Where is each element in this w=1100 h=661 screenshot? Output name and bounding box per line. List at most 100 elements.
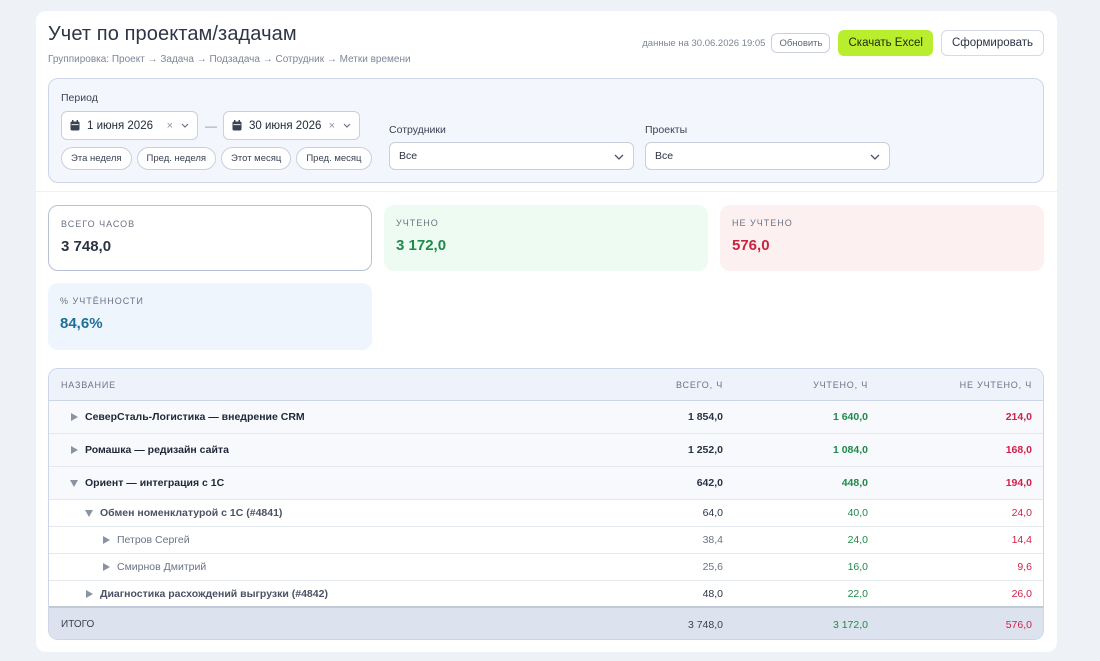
chip-this-month[interactable]: Этот месяц — [221, 147, 292, 170]
row-name: Ориент — интеграция с 1С — [85, 477, 225, 489]
col-not-counted-header[interactable]: НЕ УЧТЕНО, Ч — [868, 380, 1043, 390]
row-name: Петров Сергей — [117, 534, 190, 546]
quick-period-chips: Эта неделя Пред. неделя Этот месяц Пред.… — [61, 147, 372, 170]
period-label: Период — [61, 92, 98, 104]
stat-percent-value: 84,6% — [60, 315, 103, 332]
row-total: 1 854,0 — [687, 411, 723, 423]
row-not-counted: 194,0 — [1005, 477, 1032, 489]
employees-select[interactable]: Все — [389, 142, 634, 170]
expand-caret-icon[interactable] — [101, 536, 111, 544]
section-divider — [36, 191, 1057, 192]
clear-icon[interactable]: × — [329, 120, 335, 132]
employees-label: Сотрудники — [389, 124, 446, 136]
stat-counted: УЧТЕНО 3 172,0 — [384, 205, 708, 271]
row-not-counted: 214,0 — [1005, 411, 1032, 423]
row-total: 25,6 — [702, 561, 723, 573]
employees-value: Все — [399, 150, 418, 162]
date-from-value: 1 июня 2026 — [87, 119, 153, 132]
footer-label: ИТОГО — [61, 619, 95, 630]
projects-select[interactable]: Все — [645, 142, 890, 170]
table-row[interactable]: Петров Сергей 38,4 24,0 14,4 — [49, 527, 1043, 554]
stat-total-hours: ВСЕГО ЧАСОВ 3 748,0 — [48, 205, 372, 271]
stat-not-counted: НЕ УЧТЕНО 576,0 — [720, 205, 1044, 271]
chip-prev-month[interactable]: Пред. месяц — [296, 147, 372, 170]
data-timestamp: данные на 30.06.2026 19:05 — [642, 37, 766, 49]
table-row[interactable]: Ромашка — редизайн сайта 1 252,0 1 084,0… — [49, 434, 1043, 467]
row-name: Смирнов Дмитрий — [117, 561, 207, 573]
generate-report-button[interactable]: Сформировать — [940, 30, 1044, 56]
grouping-hint: Группировка: Проект → Задача → Подзадача… — [48, 54, 411, 65]
calendar-icon — [232, 120, 242, 131]
chip-this-week[interactable]: Эта неделя — [61, 147, 132, 170]
report-card: Учет по проектам/задачам Группировка: Пр… — [36, 11, 1057, 652]
projects-label: Проекты — [645, 124, 688, 136]
collapse-caret-icon[interactable] — [69, 479, 79, 487]
table-row[interactable]: Смирнов Дмитрий 25,6 16,0 9,6 — [49, 554, 1043, 581]
col-total-header[interactable]: ВСЕГО, Ч — [603, 380, 723, 390]
stat-not-counted-value: 576,0 — [732, 237, 770, 254]
filters-panel: Период 1 июня 2026 × — 30 июня 2026 × Эт… — [48, 78, 1044, 183]
stat-total-value: 3 748,0 — [61, 238, 112, 255]
stat-not-counted-label: НЕ УЧТЕНО — [732, 218, 793, 228]
stat-counted-label: УЧТЕНО — [396, 218, 439, 228]
expand-caret-icon[interactable] — [69, 446, 79, 454]
footer-total: 3 748,0 — [687, 618, 723, 631]
table-header: НАЗВАНИЕ ВСЕГО, Ч УЧТЕНО, Ч НЕ УЧТЕНО, Ч — [49, 369, 1043, 401]
col-name-header[interactable]: НАЗВАНИЕ — [49, 380, 603, 390]
row-counted: 1 084,0 — [832, 444, 868, 456]
expand-caret-icon[interactable] — [84, 589, 94, 598]
download-excel-button[interactable]: Скачать Excel — [838, 30, 933, 56]
chip-prev-week[interactable]: Пред. неделя — [136, 147, 217, 170]
expand-caret-icon[interactable] — [69, 413, 79, 421]
projects-value: Все — [655, 150, 674, 162]
row-counted: 1 640,0 — [832, 411, 868, 423]
chevron-down-icon — [870, 147, 880, 165]
chevron-down-icon — [614, 147, 624, 165]
row-name: Ромашка — редизайн сайта — [85, 444, 229, 456]
row-not-counted: 26,0 — [1011, 587, 1032, 600]
stat-total-label: ВСЕГО ЧАСОВ — [61, 219, 136, 229]
row-total: 64,0 — [702, 507, 723, 519]
table-row[interactable]: Обмен номенклатурой с 1С (#4841) 64,0 40… — [49, 500, 1043, 527]
stat-percent-label: % УЧТЁННОСТИ — [60, 296, 144, 306]
header-actions: данные на 30.06.2026 19:05 Обновить Скач… — [642, 30, 1044, 56]
stat-percent: % УЧТЁННОСТИ 84,6% — [48, 283, 372, 350]
table-footer: ИТОГО 3 748,0 3 172,0 576,0 — [49, 608, 1043, 639]
chevron-down-icon[interactable] — [343, 123, 351, 128]
page-title: Учет по проектам/задачам — [48, 23, 297, 45]
row-counted: 22,0 — [847, 587, 868, 600]
calendar-icon — [70, 120, 80, 131]
date-to-field[interactable]: 30 июня 2026 × — [223, 111, 360, 140]
report-table: НАЗВАНИЕ ВСЕГО, Ч УЧТЕНО, Ч НЕ УЧТЕНО, Ч… — [48, 368, 1044, 640]
row-total: 1 252,0 — [687, 444, 723, 456]
refresh-button[interactable]: Обновить — [771, 33, 831, 53]
row-counted: 40,0 — [847, 507, 868, 519]
row-not-counted: 168,0 — [1005, 444, 1032, 456]
stat-counted-value: 3 172,0 — [396, 237, 447, 254]
table-row[interactable]: СеверСталь-Логистика — внедрение CRM 1 8… — [49, 401, 1043, 434]
col-counted-header[interactable]: УЧТЕНО, Ч — [723, 380, 868, 390]
collapse-caret-icon[interactable] — [84, 509, 94, 517]
chevron-down-icon[interactable] — [181, 123, 189, 128]
row-not-counted: 14,4 — [1011, 534, 1032, 546]
row-counted: 448,0 — [841, 477, 868, 489]
row-counted: 16,0 — [847, 561, 868, 573]
date-range-dash: — — [205, 119, 217, 133]
footer-counted: 3 172,0 — [832, 618, 868, 631]
row-name: СеверСталь-Логистика — внедрение CRM — [85, 411, 305, 423]
row-not-counted: 24,0 — [1011, 507, 1032, 519]
expand-caret-icon[interactable] — [101, 563, 111, 571]
date-from-field[interactable]: 1 июня 2026 × — [61, 111, 198, 140]
row-not-counted: 9,6 — [1017, 561, 1032, 573]
row-total: 38,4 — [702, 534, 723, 546]
row-name: Обмен номенклатурой с 1С (#4841) — [100, 507, 283, 519]
date-to-value: 30 июня 2026 — [249, 119, 322, 132]
table-row[interactable]: Ориент — интеграция с 1С 642,0 448,0 194… — [49, 467, 1043, 500]
row-total: 48,0 — [702, 587, 723, 600]
row-name: Диагностика расхождений выгрузки (#4842) — [100, 587, 328, 600]
row-counted: 24,0 — [847, 534, 868, 546]
clear-icon[interactable]: × — [167, 120, 173, 132]
footer-not-counted: 576,0 — [1005, 618, 1032, 631]
row-total: 642,0 — [696, 477, 723, 489]
table-row[interactable]: Диагностика расхождений выгрузки (#4842)… — [49, 581, 1043, 608]
